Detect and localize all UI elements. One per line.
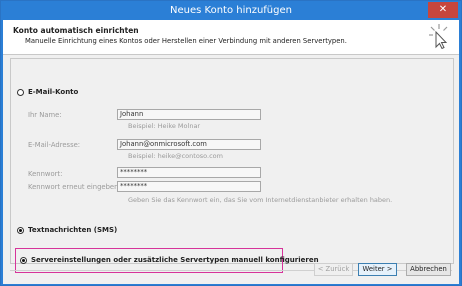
password-label: Kennwort: <box>28 170 63 178</box>
sms-label[interactable]: Textnachrichten (SMS) <box>28 226 117 234</box>
dialog-client-area: Konto automatisch einrichten Manuelle Ei… <box>3 20 459 284</box>
cursor-click-icon <box>429 24 448 49</box>
email-account-radio[interactable] <box>17 89 24 96</box>
email-field[interactable]: Johann@onmicrosoft.com <box>117 139 261 150</box>
name-hint: Beispiel: Heike Molnar <box>128 122 201 130</box>
email-account-label[interactable]: E-Mail-Konto <box>28 88 78 96</box>
password-repeat-field[interactable]: ******** <box>117 181 261 192</box>
next-button[interactable]: Weiter > <box>358 263 397 276</box>
header-title: Konto automatisch einrichten <box>13 26 139 35</box>
name-label: Ihr Name: <box>28 111 62 119</box>
window-title: Neues Konto hinzufügen <box>170 5 292 16</box>
password-repeat-label: Kennwort erneut eingeben: <box>28 183 121 191</box>
close-icon: ✕ <box>438 4 448 15</box>
name-field[interactable]: Johann <box>117 109 261 120</box>
manual-config-label[interactable]: Servereinstellungen oder zusätzliche Ser… <box>31 256 319 264</box>
account-options-panel: E-Mail-Konto Ihr Name: Johann Beispiel: … <box>10 58 454 273</box>
back-button[interactable]: < Zurück <box>314 263 353 276</box>
title-bar[interactable]: Neues Konto hinzufügen ✕ <box>1 1 461 20</box>
dialog-window: Neues Konto hinzufügen ✕ Konto automatis… <box>0 0 462 286</box>
password-field[interactable]: ******** <box>117 167 261 178</box>
sms-radio[interactable] <box>17 227 24 234</box>
dialog-header: Konto automatisch einrichten Manuelle Ei… <box>3 20 459 55</box>
email-value: Johann@onmicrosoft.com <box>120 140 207 148</box>
email-hint: Beispiel: heike@contoso.com <box>128 152 223 160</box>
header-subtitle: Manuelle Einrichtung eines Kontos oder H… <box>25 37 347 45</box>
manual-config-radio[interactable] <box>20 257 27 264</box>
email-label: E-Mail-Adresse: <box>28 141 81 149</box>
cancel-button[interactable]: Abbrechen <box>406 263 451 276</box>
close-button[interactable]: ✕ <box>428 2 458 18</box>
password-hint: Geben Sie das Kennwort ein, das Sie vom … <box>128 196 393 204</box>
